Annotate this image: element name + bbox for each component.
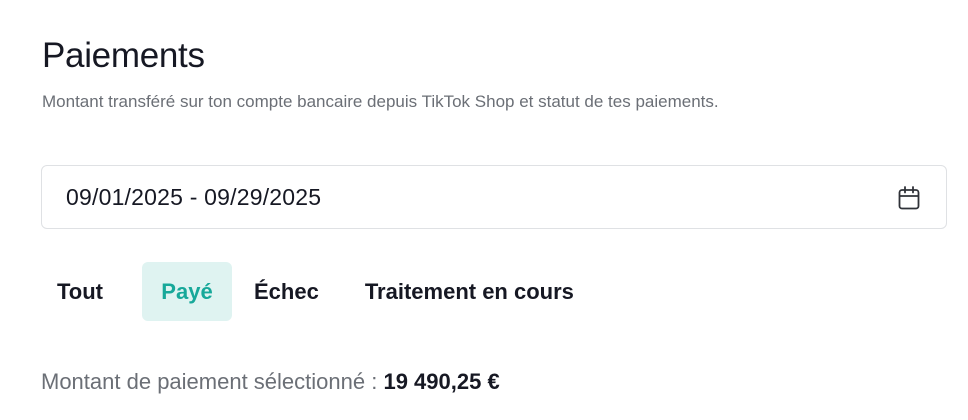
selected-amount-label: Montant de paiement sélectionné :: [41, 369, 384, 394]
tab-processing[interactable]: Traitement en cours: [349, 262, 590, 321]
page-subtitle: Montant transféré sur ton compte bancair…: [42, 92, 719, 111]
selected-amount-value: 19 490,25 €: [383, 369, 500, 394]
payment-status-tabs: Tout Payé Échec Traitement en cours: [41, 262, 590, 321]
page-title: Paiements: [42, 36, 205, 75]
tab-paid[interactable]: Payé: [142, 262, 232, 321]
tab-failed[interactable]: Échec: [238, 262, 335, 321]
date-range-picker[interactable]: 09/01/2025 - 09/29/2025: [41, 165, 947, 229]
tab-all[interactable]: Tout: [41, 262, 127, 321]
calendar-icon[interactable]: [898, 186, 920, 210]
payments-page: Paiements Montant transféré sur ton comp…: [0, 0, 968, 420]
date-range-value: 09/01/2025 - 09/29/2025: [66, 183, 322, 210]
selected-amount-summary: Montant de paiement sélectionné : 19 490…: [41, 371, 500, 393]
